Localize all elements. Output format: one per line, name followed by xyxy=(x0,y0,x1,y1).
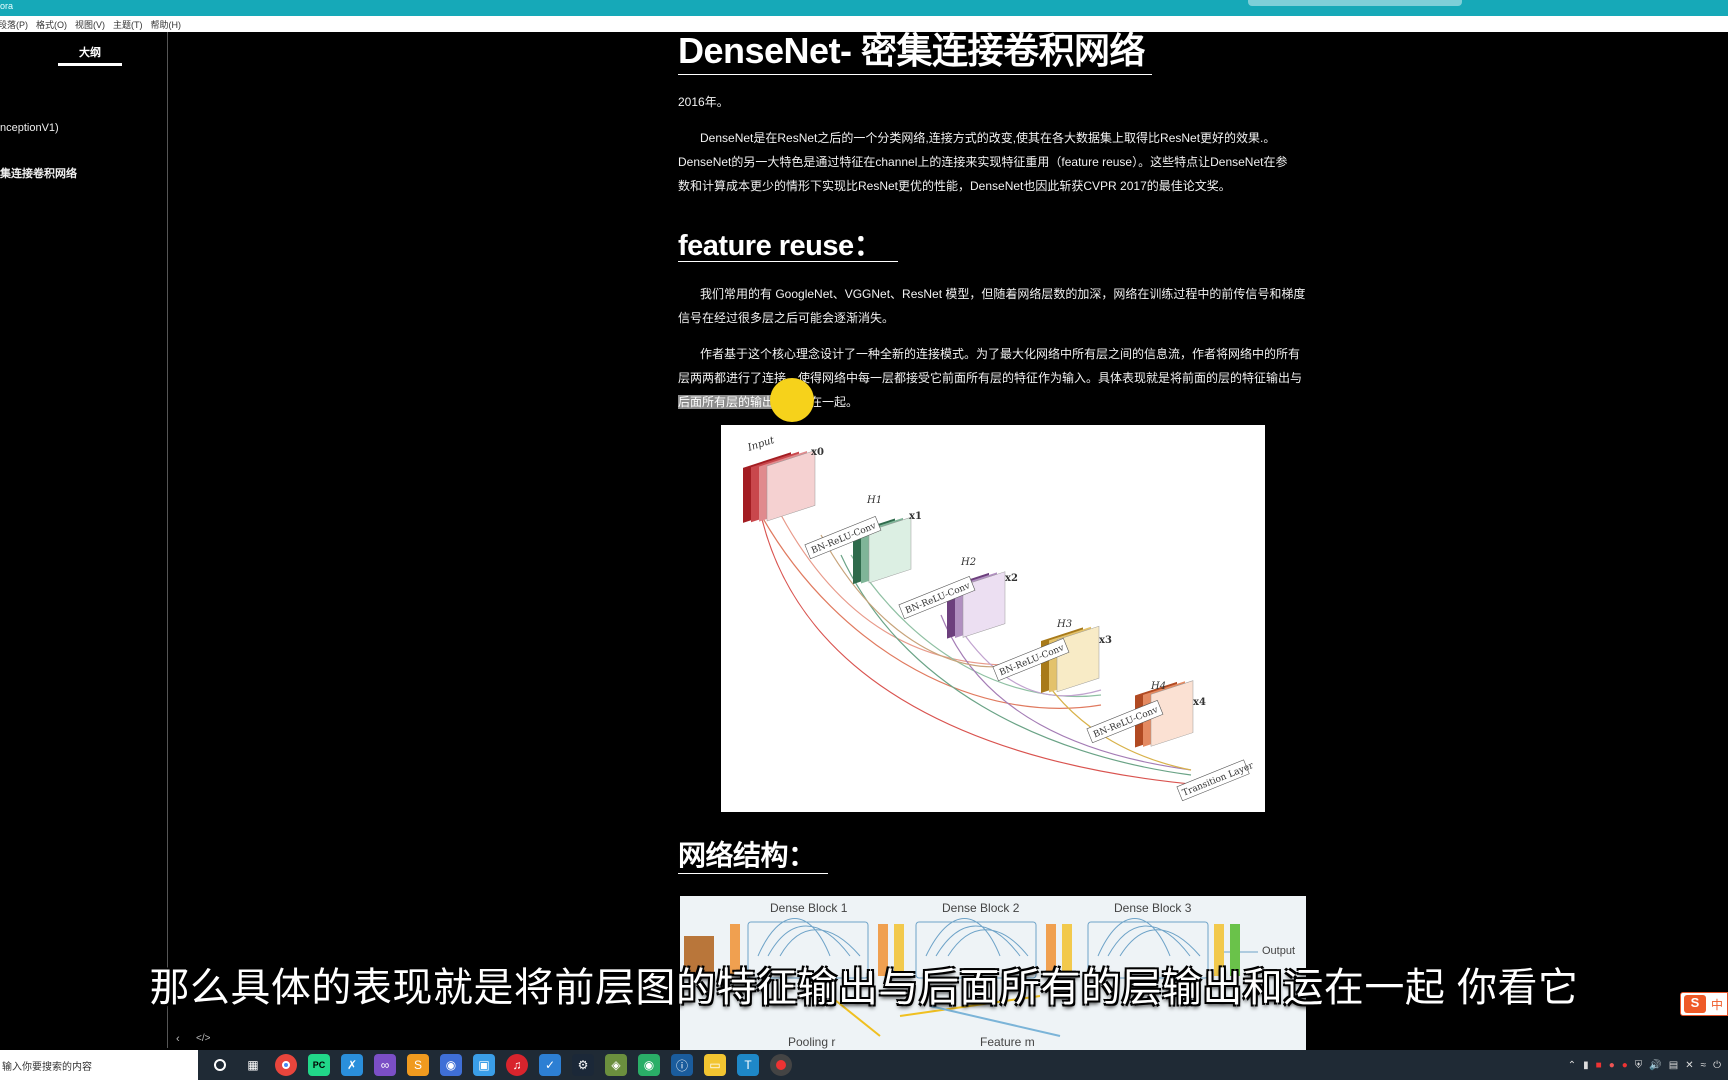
network-icon[interactable]: ▤ xyxy=(1669,1060,1678,1071)
paragraph-year: 2016年。 xyxy=(678,95,729,109)
fig-bottom-right: Feature m xyxy=(980,1035,1035,1049)
tray-expand-icon[interactable]: ⌃ xyxy=(1568,1060,1576,1071)
fig-x3: x3 xyxy=(1099,635,1112,646)
paragraph-intro-3: 数和计算成本更少的情形下实现比ResNet更优的性能，DenseNet也因此斩获… xyxy=(678,179,1231,193)
paragraph-fr-2: 信号在经过很多层之后可能会逐渐消失。 xyxy=(678,311,895,325)
cortana-icon[interactable] xyxy=(209,1054,231,1076)
vscode-icon[interactable]: ✗ xyxy=(341,1054,363,1076)
chrome-icon[interactable] xyxy=(275,1054,297,1076)
netease-music-icon[interactable]: ♫ xyxy=(506,1054,528,1076)
source-code-icon[interactable]: </> xyxy=(196,1033,210,1044)
fig-input-label: Input xyxy=(746,435,777,454)
fig-transition-label: Transition Layer xyxy=(1181,761,1255,799)
volume-icon[interactable]: 🔊 xyxy=(1649,1060,1661,1071)
paragraph-core-2: 层两两都进行了连接，使得网络中每一层都接受它前面所有层的特征作为输入。具体表现就… xyxy=(678,366,1310,390)
checklist-icon[interactable]: ✓ xyxy=(539,1054,561,1076)
typora-icon[interactable]: T xyxy=(737,1054,759,1076)
fig-h1: H1 xyxy=(866,495,882,506)
sidebar: 大纲 nceptionV1) 集连接卷积网络 xyxy=(0,32,168,1048)
paragraph-core-1: 作者基于这个核心理念设计了一种全新的连接模式。为了最大化网络中所有层之间的信息流… xyxy=(700,347,1301,361)
page-title: DenseNet- 密集连接卷积网络 xyxy=(678,30,1146,71)
ime-mode: 中 xyxy=(1711,998,1724,1012)
fig-x4: x4 xyxy=(1193,697,1206,708)
paragraph-intro-2: DenseNet的另一大特色是通过特征在channel上的连接来实现特征重用（f… xyxy=(678,155,1288,169)
heading-divider xyxy=(678,261,898,262)
visual-studio-icon[interactable]: ∞ xyxy=(374,1054,396,1076)
close-icon[interactable]: ✕ xyxy=(1685,1060,1693,1071)
densenet-block-figure: Input x0 x1 x2 x3 x4 H1 H2 H3 H4 BN-ReLU… xyxy=(721,425,1265,812)
text-segment: 使得网络中每一层都接受它前面所有层的特征作为输入。具体表现就是将前面的层的特征输… xyxy=(798,371,1303,385)
recorder-icon[interactable] xyxy=(770,1054,792,1076)
steam-icon[interactable]: ⚙ xyxy=(572,1054,594,1076)
power-icon[interactable]: ⏻ xyxy=(1713,1060,1721,1071)
menu-paragraph[interactable]: 段落(P) xyxy=(0,18,28,31)
heading-divider xyxy=(678,873,828,874)
fig-x1: x1 xyxy=(909,511,922,522)
menu-help[interactable]: 帮助(H) xyxy=(151,18,182,31)
video-subtitle: 那么具体的表现就是将前层图的特征输出与后面所有的层输出和运在一起 你看它 xyxy=(149,966,1579,1010)
paragraph-fr-1: 我们常用的有 GoogleNet、VGGNet、ResNet 模型，但随着网络层… xyxy=(700,287,1306,301)
microphone-icon[interactable]: ▮ xyxy=(1583,1060,1589,1071)
sidebar-item-inception[interactable]: nceptionV1) xyxy=(0,122,59,134)
title-bar: ora xyxy=(0,0,1728,16)
wifi-icon[interactable]: ≈ xyxy=(1701,1060,1707,1071)
fig-bottom-left: Pooling r xyxy=(788,1035,835,1049)
menu-theme[interactable]: 主题(T) xyxy=(113,18,143,31)
app2-icon[interactable]: ◈ xyxy=(605,1054,627,1076)
densenet-diagram: Input x0 x1 x2 x3 x4 H1 H2 H3 H4 BN-ReLU… xyxy=(743,435,1256,802)
tray-app2-icon[interactable]: ● xyxy=(1622,1060,1628,1071)
title-divider xyxy=(678,74,1152,75)
record-icon[interactable]: ■ xyxy=(1596,1060,1602,1071)
explorer-icon[interactable]: ▭ xyxy=(704,1054,726,1076)
mouse-highlight-cursor xyxy=(770,378,814,422)
app-icon[interactable]: ◉ xyxy=(440,1054,462,1076)
photos-icon[interactable]: ▣ xyxy=(473,1054,495,1076)
fig-block-2: Dense Block 2 xyxy=(942,901,1020,915)
taskbar-search[interactable]: 输入你要搜索的内容 xyxy=(0,1050,198,1080)
taskbar: 输入你要搜索的内容 ▦ PC ✗ ∞ S ◉ ▣ ♫ ✓ ⚙ ◈ ◉ ⓘ ▭ T… xyxy=(0,1050,1728,1080)
app3-icon[interactable]: ⓘ xyxy=(671,1054,693,1076)
shield-icon[interactable]: ⛨ xyxy=(1635,1060,1643,1071)
fig-h4: H4 xyxy=(1150,681,1166,692)
fig-x2: x2 xyxy=(1005,573,1018,584)
ime-indicator[interactable]: S 中 xyxy=(1680,992,1728,1016)
task-view-icon[interactable]: ▦ xyxy=(242,1054,264,1076)
tab-outline-indicator xyxy=(58,63,122,66)
sublime-icon[interactable]: S xyxy=(407,1054,429,1076)
tab-outline[interactable]: 大纲 xyxy=(58,44,122,60)
search-placeholder: 输入你要搜索的内容 xyxy=(2,1061,92,1073)
selected-text: 后面所有层的输出 xyxy=(678,395,775,409)
title-bar-pill xyxy=(1248,0,1462,6)
heading-feature-reuse: feature reuse： xyxy=(678,230,883,262)
system-tray: ⌃ ▮ ■ ● ● ⛨ 🔊 ▤ ✕ ≈ ⏻ xyxy=(1568,1050,1728,1080)
sogou-logo-icon: S xyxy=(1684,995,1706,1013)
fig-block-1: Dense Block 1 xyxy=(770,901,848,915)
heading-network-structure: 网络结构： xyxy=(678,840,816,871)
collapse-sidebar-icon[interactable]: ‹ xyxy=(176,1033,180,1045)
fig-h3: H3 xyxy=(1056,619,1072,630)
fig-x0: x0 xyxy=(811,447,824,458)
fig-block-3: Dense Block 3 xyxy=(1114,901,1192,915)
sidebar-item-densenet[interactable]: 集连接卷积网络 xyxy=(0,165,77,181)
tray-app-icon[interactable]: ● xyxy=(1609,1060,1615,1071)
paragraph-intro-1: DenseNet是在ResNet之后的一个分类网络,连接方式的改变,使其在各大数… xyxy=(700,131,1276,145)
wechat-icon[interactable]: ◉ xyxy=(638,1054,660,1076)
menu-view[interactable]: 视图(V) xyxy=(75,18,105,31)
menu-format[interactable]: 格式(O) xyxy=(36,18,67,31)
pycharm-icon[interactable]: PC xyxy=(308,1054,330,1076)
fig-h2: H2 xyxy=(960,557,976,568)
app-title: ora xyxy=(0,1,14,11)
